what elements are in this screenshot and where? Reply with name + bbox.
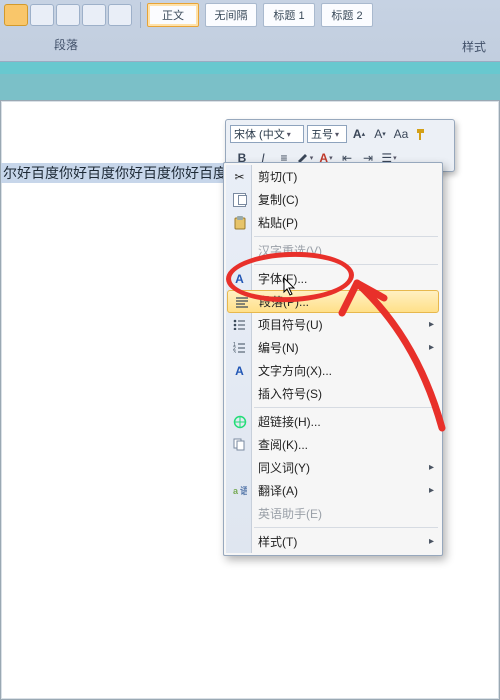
numbering-icon: 123 bbox=[231, 339, 248, 356]
cut-icon: ✂ bbox=[231, 168, 248, 185]
font-name-combo[interactable]: 宋体 (中文▾ bbox=[230, 125, 304, 143]
paste-icon bbox=[231, 214, 248, 231]
menu-paragraph[interactable]: 段落(P)... bbox=[227, 290, 439, 313]
menu-cut[interactable]: ✂ 剪切(T) bbox=[226, 165, 440, 188]
paragraph-group-label: 段落 bbox=[54, 36, 78, 53]
context-menu: ✂ 剪切(T) 复制(C) 粘贴(P) 汉字重选(V) A 字体(F)... bbox=[223, 162, 443, 556]
menu-separator bbox=[254, 407, 438, 408]
menu-copy[interactable]: 复制(C) bbox=[226, 188, 440, 211]
styles-group-label: 样式 bbox=[462, 38, 486, 55]
menu-hyperlink[interactable]: 超链接(H)... bbox=[226, 410, 440, 433]
menu-separator bbox=[254, 236, 438, 237]
document-page[interactable]: 尔好百度你好百度你好百度你好百度你好百度你 宋体 (中文▾ 五号▾ A▴ A▾ … bbox=[0, 100, 500, 700]
menu-numbering[interactable]: 123 编号(N) ▸ bbox=[226, 336, 440, 359]
menu-insert-symbol[interactable]: 插入符号(S) bbox=[226, 382, 440, 405]
font-name-value: 宋体 (中文 bbox=[234, 126, 285, 142]
workspace: 尔好百度你好百度你好百度你好百度你好百度你 宋体 (中文▾ 五号▾ A▴ A▾ … bbox=[0, 74, 500, 667]
shrink-font-button[interactable]: A▾ bbox=[371, 125, 389, 143]
lookup-icon bbox=[231, 436, 248, 453]
submenu-arrow-icon: ▸ bbox=[429, 485, 434, 496]
numbering-button[interactable] bbox=[82, 4, 106, 26]
format-painter-button[interactable] bbox=[413, 125, 431, 143]
menu-numbering-label: 编号(N) bbox=[258, 339, 299, 356]
text-direction-icon: A bbox=[231, 362, 248, 379]
menu-text-direction[interactable]: A 文字方向(X)... bbox=[226, 359, 440, 382]
submenu-arrow-icon: ▸ bbox=[429, 319, 434, 330]
submenu-arrow-icon: ▸ bbox=[429, 536, 434, 547]
menu-styles[interactable]: 样式(T) ▸ bbox=[226, 530, 440, 553]
style-normal[interactable]: 正文 bbox=[147, 3, 199, 27]
menu-bullets[interactable]: 项目符号(U) ▸ bbox=[226, 313, 440, 336]
menu-paragraph-label: 段落(P)... bbox=[259, 293, 309, 310]
menu-reconvert: 汉字重选(V) bbox=[226, 239, 440, 262]
submenu-arrow-icon: ▸ bbox=[429, 462, 434, 473]
bullets-button[interactable] bbox=[56, 4, 80, 26]
menu-symbol-label: 插入符号(S) bbox=[258, 385, 322, 402]
menu-separator bbox=[254, 264, 438, 265]
bullets-icon bbox=[231, 316, 248, 333]
font-icon: A bbox=[231, 270, 248, 287]
menu-styles-label: 样式(T) bbox=[258, 533, 297, 550]
menu-font-label: 字体(F)... bbox=[258, 270, 307, 287]
hyperlink-icon bbox=[231, 413, 248, 430]
svg-text:语: 语 bbox=[240, 486, 247, 496]
copy-icon bbox=[231, 191, 248, 208]
paragraph-icon bbox=[233, 294, 250, 311]
style-heading-2[interactable]: 标题 2 bbox=[321, 3, 373, 27]
menu-lookup-label: 查阅(K)... bbox=[258, 436, 308, 453]
menu-separator bbox=[254, 527, 438, 528]
svg-text:3: 3 bbox=[233, 350, 236, 353]
highlight-color-button[interactable] bbox=[4, 4, 28, 26]
menu-reconvert-label: 汉字重选(V) bbox=[258, 242, 322, 259]
change-case-button[interactable]: Aa bbox=[392, 125, 410, 143]
ribbon-separator bbox=[140, 2, 141, 28]
indent-decrease-button[interactable] bbox=[30, 4, 54, 26]
font-size-value: 五号 bbox=[311, 126, 333, 142]
window-gap bbox=[0, 62, 500, 74]
menu-textdir-label: 文字方向(X)... bbox=[258, 362, 332, 379]
menu-hyperlink-label: 超链接(H)... bbox=[258, 413, 321, 430]
translate-icon: a语 bbox=[231, 482, 248, 499]
style-no-spacing[interactable]: 无间隔 bbox=[205, 3, 257, 27]
style-heading-1[interactable]: 标题 1 bbox=[263, 3, 315, 27]
svg-text:a: a bbox=[233, 486, 239, 496]
menu-synonyms[interactable]: 同义词(Y) ▸ bbox=[226, 456, 440, 479]
menu-copy-label: 复制(C) bbox=[258, 191, 299, 208]
menu-translate[interactable]: a语 翻译(A) ▸ bbox=[226, 479, 440, 502]
submenu-arrow-icon: ▸ bbox=[429, 342, 434, 353]
menu-paste-label: 粘贴(P) bbox=[258, 214, 298, 231]
menu-font[interactable]: A 字体(F)... bbox=[226, 267, 440, 290]
multilevel-list-button[interactable] bbox=[108, 4, 132, 26]
menu-bullets-label: 项目符号(U) bbox=[258, 316, 323, 333]
menu-ime-label: 英语助手(E) bbox=[258, 505, 322, 522]
menu-lookup[interactable]: 查阅(K)... bbox=[226, 433, 440, 456]
menu-synonyms-label: 同义词(Y) bbox=[258, 459, 310, 476]
menu-translate-label: 翻译(A) bbox=[258, 482, 298, 499]
grow-font-button[interactable]: A▴ bbox=[350, 125, 368, 143]
ribbon: 正文 无间隔 标题 1 标题 2 段落 样式 bbox=[0, 0, 500, 62]
menu-ime-helper: 英语助手(E) bbox=[226, 502, 440, 525]
menu-paste[interactable]: 粘贴(P) bbox=[226, 211, 440, 234]
menu-cut-label: 剪切(T) bbox=[258, 168, 297, 185]
font-size-combo[interactable]: 五号▾ bbox=[307, 125, 347, 143]
